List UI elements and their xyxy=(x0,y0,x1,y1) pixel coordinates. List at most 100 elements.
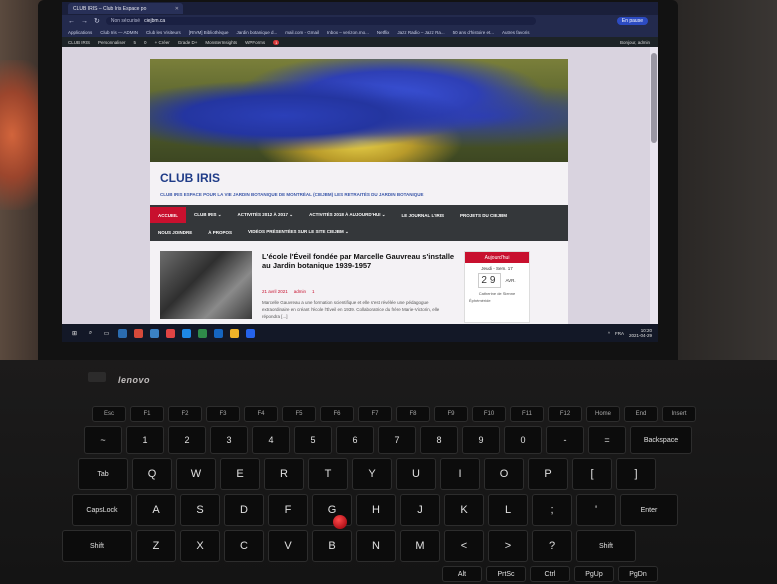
key: 2 xyxy=(168,426,206,454)
key: W xyxy=(176,458,216,490)
article-thumbnail[interactable] xyxy=(160,251,252,319)
reload-icon[interactable]: ↻ xyxy=(94,17,100,25)
key-capslock: CapsLock xyxy=(72,494,132,526)
key: K xyxy=(444,494,484,526)
bookmark-other-favorites[interactable]: Autres favoris xyxy=(502,30,530,35)
key: F8 xyxy=(396,406,430,422)
key: 8 xyxy=(420,426,458,454)
address-bar[interactable]: Non sécurisé ciejbm.ca xyxy=(105,17,536,25)
app-icon[interactable] xyxy=(150,328,159,338)
key: U xyxy=(396,458,436,490)
widget-date-line: Jeudi - Sem. 17 xyxy=(481,266,513,271)
app-icon[interactable] xyxy=(214,328,223,338)
site-title[interactable]: CLUB IRIS xyxy=(160,171,220,185)
browser-tab[interactable]: CLUB IRIS – Club Iris Espace po ✕ xyxy=(68,3,183,14)
key: F2 xyxy=(168,406,202,422)
wp-admin-item[interactable]: Grade D+ xyxy=(178,40,198,45)
key: ] xyxy=(616,458,656,490)
article-title[interactable]: L'école l'Éveil fondée par Marcelle Gauv… xyxy=(262,252,462,270)
key: A xyxy=(136,494,176,526)
bookmark-item[interactable]: Club les Visiteurs xyxy=(146,30,181,35)
menu-item-nous-joindre[interactable]: NOUS JOINDRE xyxy=(150,224,200,240)
key-alt: Alt xyxy=(442,566,482,582)
page-scrollbar[interactable] xyxy=(650,47,658,324)
site-container: CLUB IRIS CLUB IRIS ESPACE POUR LA VIE J… xyxy=(150,59,568,324)
key: F11 xyxy=(510,406,544,422)
key-backspace: Backspace xyxy=(630,426,692,454)
app-icon[interactable] xyxy=(118,328,127,338)
browser-tab-bar: CLUB IRIS – Club Iris Espace po ✕ xyxy=(62,2,658,15)
menu-item-activites-2018[interactable]: ACTIVITÉS 2018 À AUJOURD'HUI ⌄ xyxy=(301,207,393,223)
menu-item-activites-2012[interactable]: ACTIVITÉS 2012 À 2017 ⌄ xyxy=(230,207,302,223)
wp-admin-item[interactable]: CLUB IRIS xyxy=(68,40,90,45)
article-comments[interactable]: 1 xyxy=(312,289,315,294)
windows-start-icon[interactable]: ⊞ xyxy=(70,329,79,338)
wp-admin-item[interactable]: 5 xyxy=(134,40,137,45)
bookmark-item[interactable]: Jardin botanique d... xyxy=(237,30,278,35)
menu-item-a-propos[interactable]: À PROPOS xyxy=(200,224,240,240)
menu-item-accueil[interactable]: ACCUEIL xyxy=(150,207,186,223)
tray-lang[interactable]: FRA xyxy=(615,331,624,336)
key: D xyxy=(224,494,264,526)
windows-taskbar: ⊞ ⌕ ▭ ^ FRA 10:20 2021-04-29 xyxy=(62,324,658,342)
app-icon[interactable] xyxy=(134,328,143,338)
power-button xyxy=(88,372,106,382)
key: > xyxy=(488,530,528,562)
bookmark-item[interactable]: Jazz Radio – Jazz Ra... xyxy=(397,30,444,35)
key: V xyxy=(268,530,308,562)
wp-admin-item[interactable]: 0 xyxy=(144,40,147,45)
app-icon[interactable] xyxy=(182,328,191,338)
key: P xyxy=(528,458,568,490)
forward-arrow-icon[interactable]: → xyxy=(81,18,88,25)
search-icon[interactable]: ⌕ xyxy=(86,329,95,338)
chrome-icon[interactable] xyxy=(230,328,239,338)
bookmark-item[interactable]: mail.com - Gmail xyxy=(285,30,319,35)
bookmark-item[interactable]: Club Iris — ADMIN xyxy=(100,30,138,35)
tray-chevron-icon[interactable]: ^ xyxy=(608,331,610,336)
key: F12 xyxy=(548,406,582,422)
key: ~ xyxy=(84,426,122,454)
key: J xyxy=(400,494,440,526)
bookmark-item[interactable]: [RIVM] Bibliothèque xyxy=(189,30,229,35)
bookmark-item[interactable]: Netflix xyxy=(377,30,390,35)
wp-admin-item[interactable]: + Créer xyxy=(155,40,170,45)
app-icon[interactable] xyxy=(246,328,255,338)
bookmark-item[interactable]: Applications xyxy=(68,30,92,35)
security-warning[interactable]: Non sécurisé xyxy=(111,18,140,24)
widget-month: AVR. xyxy=(505,278,516,283)
profile-button[interactable]: En pause xyxy=(616,17,648,25)
laptop-screen: CLUB IRIS – Club Iris Espace po ✕ ← → ↻ … xyxy=(62,2,658,342)
key: F10 xyxy=(472,406,506,422)
menu-item-videos[interactable]: VIDÉOS PRÉSENTÉES SUR LE SITE CIEJBM ⌄ xyxy=(240,224,357,240)
bookmark-item[interactable]: 50 ans d'histoire et... xyxy=(453,30,494,35)
key: E xyxy=(220,458,260,490)
key: Z xyxy=(136,530,176,562)
menu-item-projets[interactable]: PROJETS DU CIEJBM xyxy=(452,207,515,223)
tab-close-icon[interactable]: ✕ xyxy=(175,6,179,12)
key: ' xyxy=(576,494,616,526)
article-author[interactable]: admin xyxy=(294,289,306,294)
article-date[interactable]: 21 avril 2021 xyxy=(262,289,288,294)
app-icon[interactable] xyxy=(198,328,207,338)
app-icon[interactable] xyxy=(166,328,175,338)
key: Insert xyxy=(662,406,696,422)
wp-admin-greeting[interactable]: Bonjour, admin xyxy=(620,40,650,45)
wp-admin-item[interactable]: MonsterInsights xyxy=(205,40,237,45)
key: Y xyxy=(352,458,392,490)
scrollbar-thumb[interactable] xyxy=(651,53,657,143)
clock[interactable]: 10:20 2021-04-29 xyxy=(629,328,652,338)
key: X xyxy=(180,530,220,562)
article-excerpt: Marcelle Gauvreau a une formation scient… xyxy=(262,300,440,319)
back-arrow-icon[interactable]: ← xyxy=(68,18,75,25)
wp-admin-item[interactable]: Personnaliser xyxy=(98,40,126,45)
key: I xyxy=(440,458,480,490)
bookmark-item[interactable]: Inbox – verizon.mo... xyxy=(327,30,369,35)
task-view-icon[interactable]: ▭ xyxy=(102,329,111,338)
key: O xyxy=(484,458,524,490)
menu-item-journal[interactable]: LE JOURNAL L'IRIS xyxy=(394,207,453,223)
menu-item-club-iris[interactable]: CLUB IRIS ⌄ xyxy=(186,207,230,223)
key-ctrl: Ctrl xyxy=(530,566,570,582)
wp-admin-item[interactable]: WPForms xyxy=(245,40,265,45)
key: L xyxy=(488,494,528,526)
menu-row-2: NOUS JOINDRE À PROPOS VIDÉOS PRÉSENTÉES … xyxy=(150,224,357,240)
